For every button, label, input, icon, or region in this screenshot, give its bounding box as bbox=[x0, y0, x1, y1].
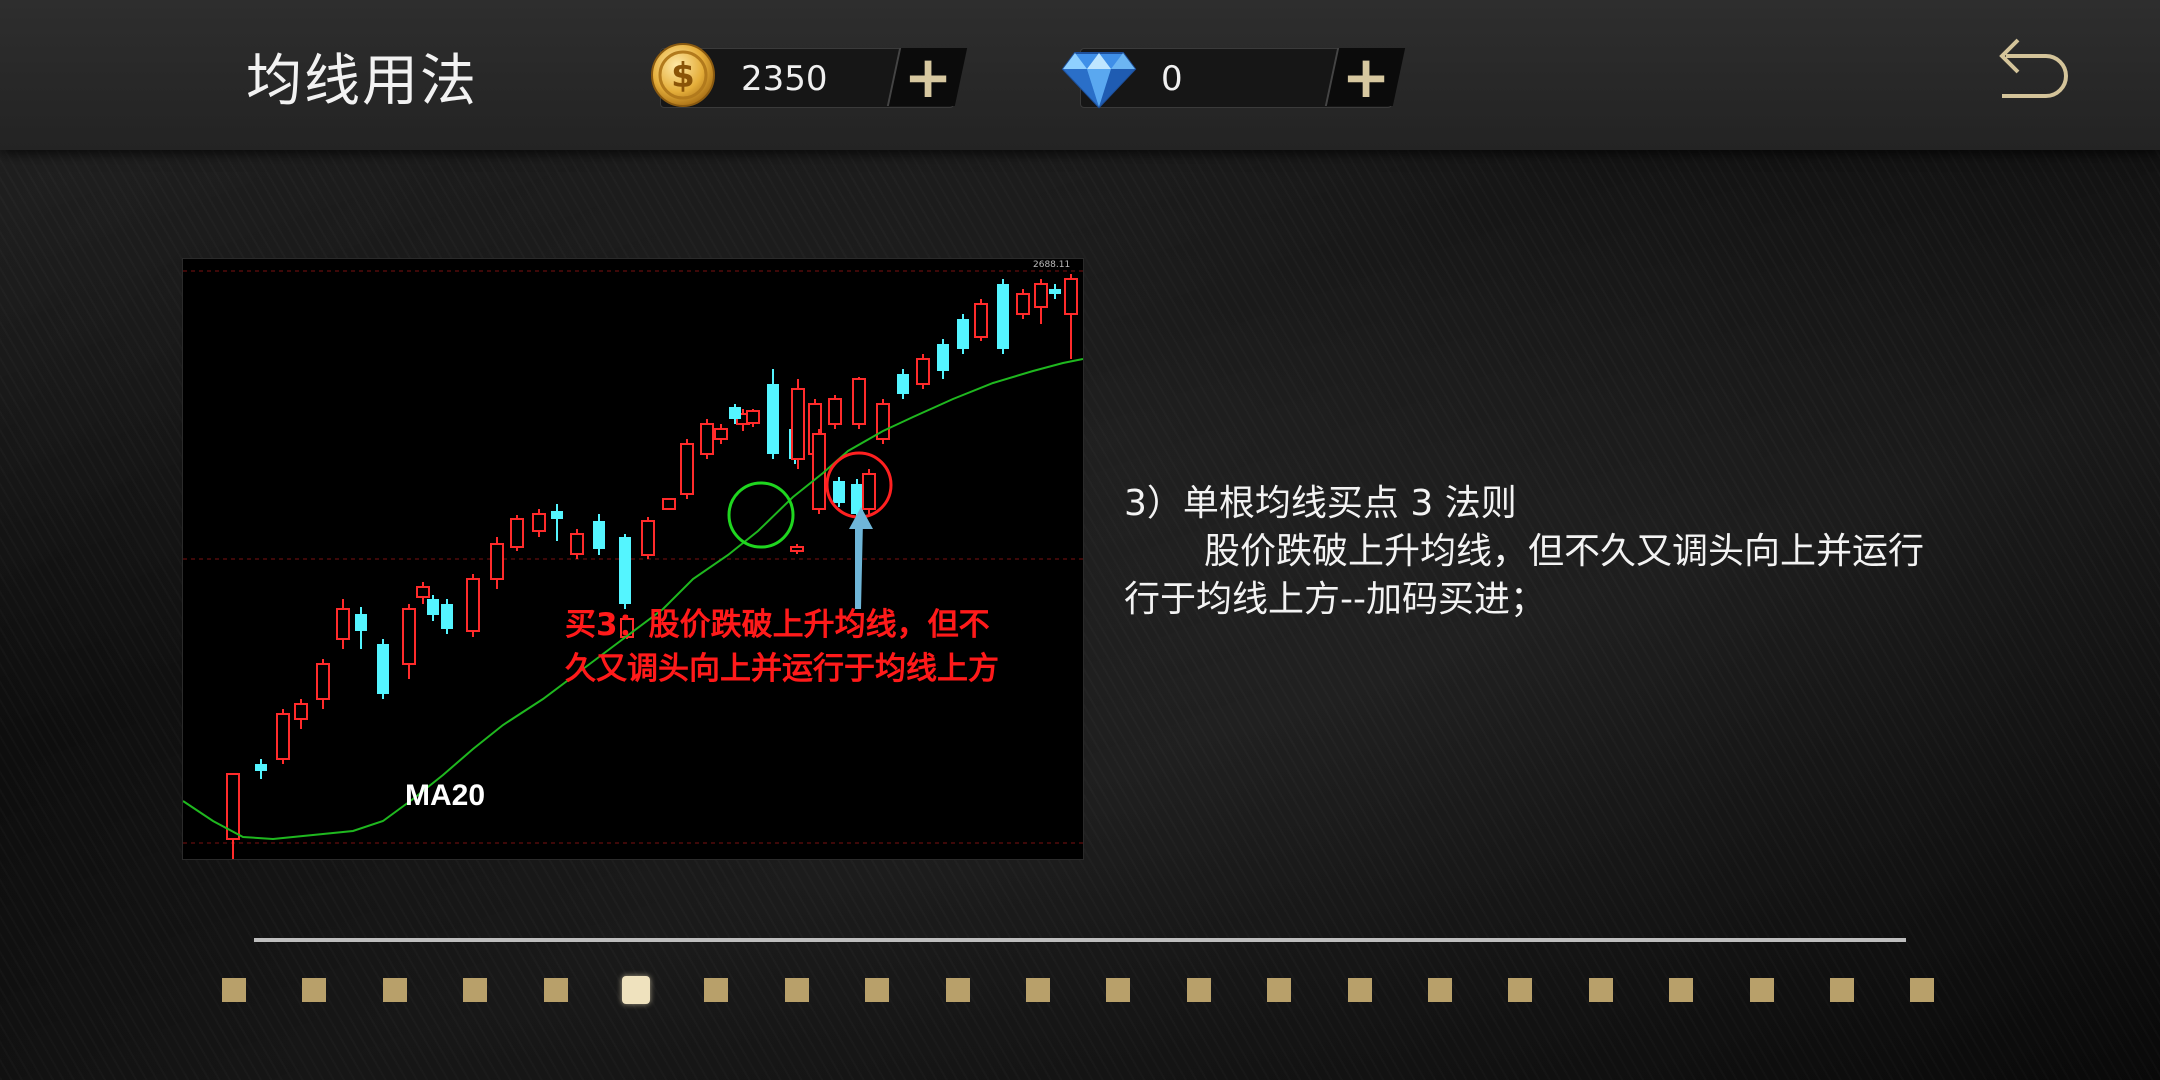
candle-body bbox=[974, 303, 988, 338]
candle-body bbox=[897, 374, 909, 394]
gem-count: 0 bbox=[1161, 59, 1183, 99]
page-dot[interactable] bbox=[383, 978, 407, 1002]
candle-body bbox=[570, 533, 584, 555]
annotation-line-1: 买3：股价跌破上升均线，但不 bbox=[565, 607, 990, 643]
page-indicator bbox=[222, 976, 1942, 1008]
coin-icon: $ bbox=[651, 43, 715, 107]
page-dot[interactable] bbox=[1830, 978, 1854, 1002]
ma20-line bbox=[183, 358, 1083, 841]
coin-balance: $ 2350 + bbox=[651, 43, 968, 111]
page-dot[interactable] bbox=[222, 978, 246, 1002]
candle-body bbox=[1034, 283, 1048, 308]
top-bar: 均线用法 $ 2350 + 0 + bbox=[0, 0, 2160, 150]
candle-body bbox=[1016, 293, 1030, 315]
candle-body bbox=[427, 599, 439, 615]
page-dot[interactable] bbox=[1508, 978, 1532, 1002]
candle-body bbox=[276, 713, 290, 760]
candle-body bbox=[790, 546, 804, 552]
arrow-shaft bbox=[855, 521, 867, 609]
candle-body bbox=[828, 398, 842, 425]
chart-corner-value: 2688.11 bbox=[1033, 260, 1070, 270]
candle-body bbox=[619, 537, 631, 604]
svg-text:$: $ bbox=[671, 56, 695, 96]
candles bbox=[226, 274, 1078, 859]
page-title: 均线用法 bbox=[246, 49, 478, 114]
page-dot[interactable] bbox=[1026, 978, 1050, 1002]
candle-body bbox=[641, 520, 655, 556]
diamond-icon bbox=[1061, 52, 1137, 109]
add-coins-button[interactable]: + bbox=[886, 43, 968, 111]
candlestick-chart: MA20 买3：股价跌破上升均线，但不 久又调头向上并运行于均线上方 2688.… bbox=[183, 260, 1083, 859]
page-dot[interactable] bbox=[302, 978, 326, 1002]
ma20-label: MA20 bbox=[405, 779, 485, 812]
page-dot[interactable] bbox=[1428, 978, 1452, 1002]
candle-body bbox=[551, 511, 563, 519]
coin-count: 2350 bbox=[741, 59, 828, 99]
page-dot[interactable] bbox=[1669, 978, 1693, 1002]
candle-body bbox=[791, 388, 805, 460]
description-text: 3）单根均线买点 3 法则 股价跌破上升均线，但不久又调头向上并运行 行于均线上… bbox=[1124, 480, 1984, 624]
candle-body bbox=[767, 384, 779, 434]
candle-body bbox=[1049, 289, 1061, 294]
candle-body bbox=[416, 586, 430, 598]
candle-body bbox=[852, 378, 866, 425]
page-dot[interactable] bbox=[1910, 978, 1934, 1002]
page-dot[interactable] bbox=[704, 978, 728, 1002]
progress-bar bbox=[254, 938, 1906, 942]
add-gems-button[interactable]: + bbox=[1324, 43, 1406, 111]
candle-body bbox=[937, 344, 949, 371]
description-line-2: 行于均线上方--加码买进； bbox=[1124, 579, 1546, 620]
candle-body bbox=[746, 410, 760, 424]
page-dot[interactable] bbox=[1750, 978, 1774, 1002]
description-line-1: 股价跌破上升均线，但不久又调头向上并运行 bbox=[1204, 531, 1925, 572]
candle-body bbox=[662, 498, 676, 510]
candle-body bbox=[402, 608, 416, 665]
candle-body bbox=[490, 543, 504, 580]
candle-body bbox=[441, 604, 453, 629]
candle-body bbox=[700, 423, 714, 455]
candle-body bbox=[255, 764, 267, 771]
candle-body bbox=[714, 428, 728, 440]
page-dot[interactable] bbox=[946, 978, 970, 1002]
candle-body bbox=[957, 319, 969, 349]
candle-body bbox=[997, 284, 1009, 349]
candle-body bbox=[336, 608, 350, 640]
page-dot[interactable] bbox=[865, 978, 889, 1002]
chart-image: MA20 买3：股价跌破上升均线，但不 久又调头向上并运行于均线上方 2688.… bbox=[182, 258, 1084, 860]
candle-body bbox=[1064, 278, 1078, 315]
candle-body bbox=[593, 521, 605, 549]
page-dot[interactable] bbox=[1589, 978, 1613, 1002]
annotation-line-2: 久又调头向上并运行于均线上方 bbox=[565, 651, 999, 687]
candle-body bbox=[680, 443, 694, 495]
page-dot[interactable] bbox=[544, 978, 568, 1002]
gem-balance: 0 + bbox=[1061, 43, 1406, 111]
candle-body bbox=[316, 663, 330, 700]
back-arrow-icon[interactable] bbox=[1988, 34, 2072, 100]
candle-body bbox=[294, 703, 308, 720]
green-circle-marker bbox=[727, 481, 795, 549]
candle-body bbox=[466, 578, 480, 632]
candle-body bbox=[532, 513, 546, 532]
page-dot[interactable] bbox=[1106, 978, 1130, 1002]
candle-body bbox=[833, 481, 845, 503]
page-dot-active[interactable] bbox=[622, 976, 650, 1004]
candle-body bbox=[377, 644, 389, 694]
description-heading: 3）单根均线买点 3 法则 bbox=[1124, 483, 1517, 524]
candle-body bbox=[916, 358, 930, 385]
candle-body bbox=[729, 407, 741, 419]
page-dot[interactable] bbox=[1267, 978, 1291, 1002]
candle-body bbox=[510, 518, 524, 548]
page-dot[interactable] bbox=[785, 978, 809, 1002]
page-dot[interactable] bbox=[1187, 978, 1211, 1002]
candle-body bbox=[355, 614, 367, 631]
page-dot[interactable] bbox=[1348, 978, 1372, 1002]
candle-body bbox=[862, 473, 876, 510]
page-dot[interactable] bbox=[463, 978, 487, 1002]
